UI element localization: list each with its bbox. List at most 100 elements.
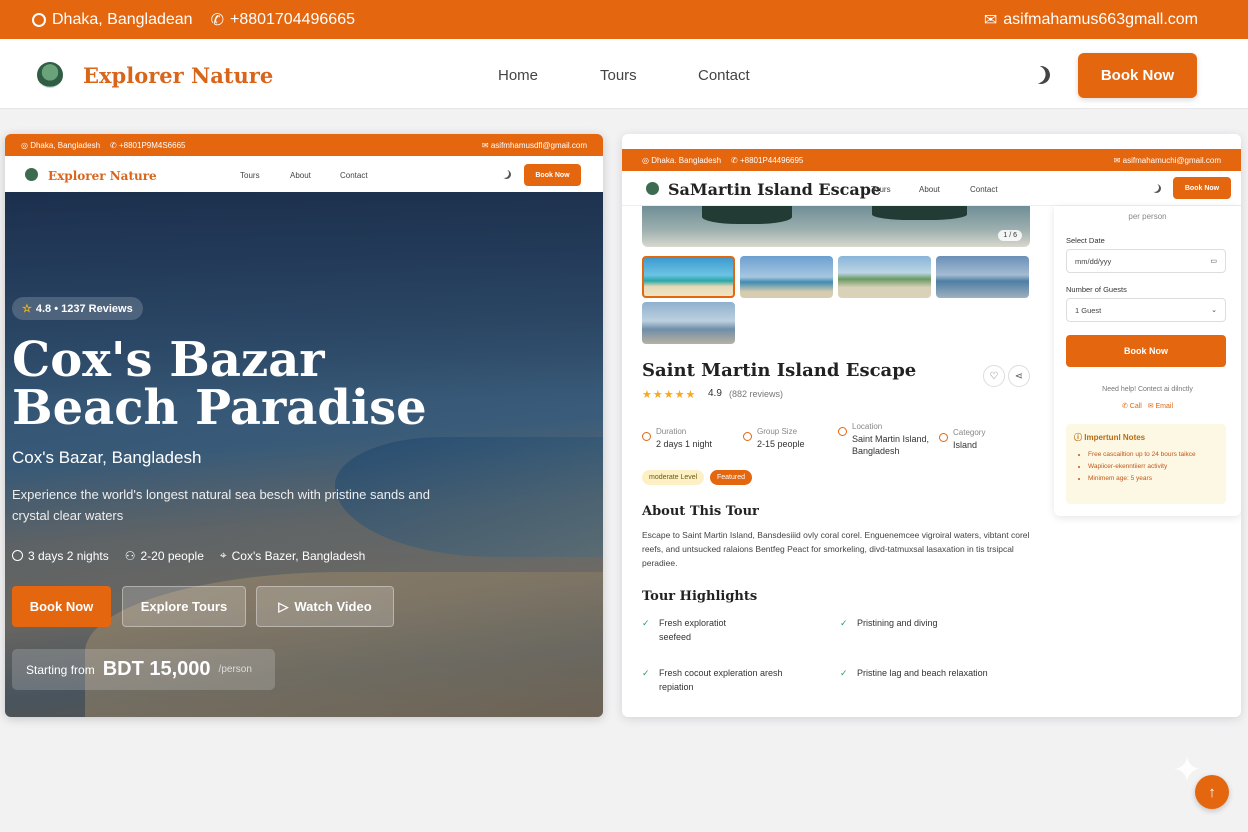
preview-location-text: Dhaka, Bangladesh: [30, 140, 101, 150]
fact-location: Location Saint Martin Island, Bangladesh: [838, 421, 942, 457]
detail-nav-tours[interactable]: Tours: [871, 185, 891, 194]
preview-email-text: asifmhamusdfl@gmail.com: [490, 140, 587, 150]
preview-nav-about[interactable]: About: [290, 171, 311, 180]
nav-tours[interactable]: Tours: [600, 67, 637, 84]
preview-brand: Explorer Nature: [48, 169, 157, 183]
hero-book-now-button[interactable]: Book Now: [12, 586, 111, 627]
fact-value: 2 days 1 night: [656, 439, 713, 449]
preview-logo-icon: [25, 168, 38, 181]
detail-header: SaMartin Island Escape Tours About Conta…: [622, 171, 1241, 206]
notes-title-text: Impertunl Notes: [1084, 433, 1146, 442]
site-header: Explorer Nature Home Tours Contact Book …: [0, 39, 1248, 109]
detail-nav-about[interactable]: About: [919, 185, 940, 194]
watch-video-button[interactable]: ▷ Watch Video: [256, 586, 394, 627]
hero-section: ☆ 4.8 • 1237 Reviews Cox's Bazar Beach Pa…: [5, 192, 603, 717]
fact-group-size: Group Size 2-15 people: [743, 426, 805, 450]
topbar-email[interactable]: ✉ asifmahamus663gmall.com: [984, 10, 1198, 30]
scroll-to-top-button[interactable]: ↑: [1195, 775, 1229, 809]
highlights-heading: Tour Highlights: [642, 589, 758, 604]
gallery-thumbnail[interactable]: [642, 256, 735, 298]
preview-nav-contact[interactable]: Contact: [340, 171, 368, 180]
detail-topbar: ◎ Dhaka. Bangladesh ✆ +8801P44496695 ✉ a…: [622, 149, 1241, 171]
about-text: Escape to Saint Martin Island, Bansdesii…: [642, 530, 1030, 568]
phone-icon: ✆: [1121, 403, 1128, 410]
fact-category: Category Island: [939, 427, 985, 451]
detail-nav-contact[interactable]: Contact: [970, 185, 998, 194]
preview-phone-text: +8801P9M4S6665: [118, 140, 186, 150]
preview-phone: ✆ +8801P9M4S6665: [110, 140, 186, 150]
highlight-item: Fresh exploratiot seefeed: [642, 616, 752, 644]
preview-nav-tours[interactable]: Tours: [240, 171, 260, 180]
star-icon: ☆: [22, 303, 32, 315]
preview-dark-mode-icon[interactable]: [502, 170, 511, 179]
detail-header-title: SaMartin Island Escape: [668, 180, 882, 199]
gallery-thumbnail[interactable]: [838, 256, 931, 298]
hero-group-size: ⚇ 2-20 people: [125, 548, 204, 563]
gallery-thumbnail[interactable]: [642, 302, 735, 344]
explore-tours-button[interactable]: Explore Tours: [122, 586, 246, 627]
detail-dark-mode-icon[interactable]: [1152, 184, 1161, 193]
mail-icon: ✉: [983, 11, 998, 29]
tour-detail-preview-card: ◎ Dhaka. Bangladesh ✆ +8801P44496695 ✉ a…: [622, 134, 1241, 717]
per-person-label: per person: [1128, 212, 1167, 221]
share-icon[interactable]: ⋖: [1008, 365, 1030, 387]
people-icon: ⚇: [124, 548, 136, 563]
fact-value: Saint Martin Island, Bangladesh: [852, 434, 930, 456]
detail-email-text: asifmahamuchi@gmail.com: [1122, 155, 1221, 165]
detail-phone-text: +8801P44496695: [739, 155, 804, 165]
detail-email: ✉ asifmahamuchi@gmail.com: [1113, 155, 1221, 165]
hero-preview-card: ◎ Dhaka, Bangladesh ✆ +8801P9M4S6665 ✉ a…: [5, 134, 603, 717]
guests-value: 1 Guest: [1075, 305, 1102, 315]
logo-icon[interactable]: [37, 62, 63, 88]
hero-duration-text: 3 days 2 nights: [28, 548, 109, 563]
hero-rating-text: 4.8 • 1237 Reviews: [35, 302, 133, 315]
chevron-down-icon: ⌄: [1211, 307, 1217, 314]
difficulty-tag: moderate Level: [642, 470, 705, 485]
tour-title: Saint Martin Island Escape: [642, 360, 917, 381]
gallery-thumbnail[interactable]: [740, 256, 833, 298]
note-item: Minimem age: 5 years: [1088, 473, 1218, 485]
date-placeholder: mm/dd/yyy: [1075, 256, 1112, 266]
boat-shape: [872, 206, 967, 220]
topbar-phone[interactable]: ✆ +8801704496665: [211, 10, 355, 30]
preview-book-now-button[interactable]: Book Now: [524, 164, 581, 186]
email-link[interactable]: Email: [1156, 403, 1174, 410]
note-item: Wapiicer-ekenntiierr activity: [1088, 461, 1218, 473]
guests-select[interactable]: 1 Guest ⌄: [1066, 298, 1226, 322]
people-icon: [743, 432, 752, 441]
top-contact-bar: Dhaka, Bangladean ✆ +8801704496665 ✉ asifm…: [0, 0, 1248, 39]
clock-icon: [642, 432, 651, 441]
header-book-now-button[interactable]: Book Now: [1078, 53, 1197, 98]
brand-name[interactable]: Explorer Nature: [83, 63, 273, 88]
detail-location: ◎ Dhaka. Bangladesh: [642, 155, 722, 165]
detail-header-book-button[interactable]: Book Now: [1173, 177, 1231, 199]
nav-home[interactable]: Home: [498, 67, 538, 84]
detail-location-text: Dhaka. Bangladesh: [651, 155, 722, 165]
fact-duration: Duration 2 days 1 night: [642, 426, 713, 450]
starting-price-box: Starting from BDT 15,000 /person: [12, 649, 275, 690]
detail-phone: ✆ +8801P44496695: [731, 155, 804, 165]
hero-description: Experience the world's longest natural s…: [12, 487, 430, 523]
hero-meta: 3 days 2 nights ⚇ 2-20 people ⌖ Cox's Baze…: [12, 548, 365, 563]
topbar-email-text: asifmahamus663gmall.com: [1003, 10, 1198, 28]
gallery-main-image[interactable]: 1 / 6: [642, 206, 1030, 247]
price-suffix: /person: [218, 664, 252, 675]
fact-value: 2-15 people: [757, 439, 805, 449]
arrow-up-icon: ↑: [1208, 783, 1216, 801]
gallery-thumbnail[interactable]: [936, 256, 1029, 298]
dark-mode-toggle-icon[interactable]: [1029, 63, 1052, 86]
fact-label: Location: [852, 422, 883, 431]
rating-value: 4.9: [708, 388, 722, 399]
featured-tag: Featured: [710, 470, 753, 485]
date-input[interactable]: mm/dd/yyy ▭: [1066, 249, 1226, 273]
location-pin-icon: [838, 427, 847, 436]
clock-icon: [12, 550, 23, 561]
heart-icon[interactable]: ♡: [983, 365, 1005, 387]
detail-logo-icon: [646, 182, 659, 195]
hero-place-text: Cox's Bazer, Bangladesh: [231, 548, 366, 563]
nav-contact[interactable]: Contact: [698, 67, 750, 84]
fact-label: Group Size: [757, 427, 798, 436]
call-link[interactable]: Call: [1130, 403, 1142, 410]
calendar-icon: ▭: [1210, 258, 1217, 265]
sidebar-book-now-button[interactable]: Book Now: [1066, 335, 1226, 367]
